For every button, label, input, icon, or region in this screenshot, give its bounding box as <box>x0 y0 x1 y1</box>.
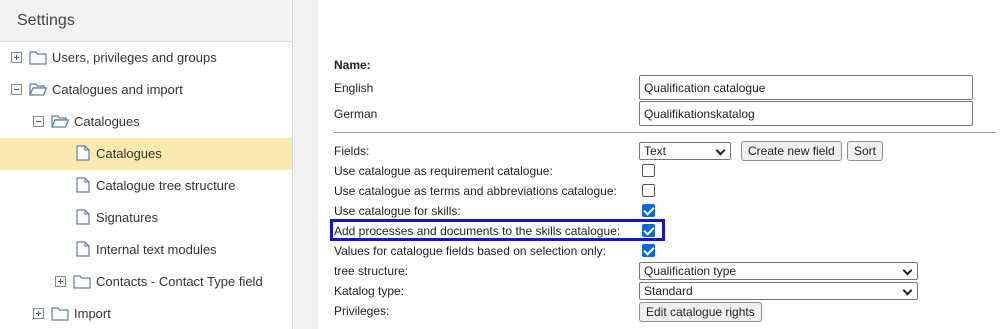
tree-item-label: Signatures <box>96 210 159 225</box>
folder-closed-icon <box>73 275 91 289</box>
fields-type-value: Text <box>644 144 667 158</box>
option-skills-label: Use catalogue for skills: <box>334 204 461 218</box>
fields-label: Fields: <box>334 144 370 158</box>
catalogue-settings-form: Name: English German Fields: Text Create… <box>318 0 1008 329</box>
collapse-minus-icon[interactable] <box>11 84 22 95</box>
folder-open-icon <box>29 83 47 96</box>
katalog-type-label: Katalog type: <box>334 284 405 298</box>
option-skills-checkbox[interactable] <box>642 204 655 217</box>
fields-type-select[interactable]: Text <box>639 142 731 160</box>
expand-plus-icon[interactable] <box>11 52 22 63</box>
english-label: English <box>334 81 374 95</box>
sort-button[interactable]: Sort <box>847 141 884 161</box>
name-heading: Name: <box>334 58 371 72</box>
tree-item-internal-text-modules[interactable]: Internal text modules <box>0 234 292 266</box>
collapse-minus-icon[interactable] <box>33 116 44 127</box>
privileges-label: Privileges: <box>334 304 390 318</box>
sidebar-title: Settings <box>17 12 75 29</box>
tree-item-label: Catalogues <box>96 146 162 161</box>
tree-item-contacts-contact-type-field[interactable]: Contacts - Contact Type field <box>0 266 292 298</box>
folder-open-icon <box>51 115 69 128</box>
tree-item-catalogues-selected[interactable]: Catalogues <box>0 138 292 170</box>
chevron-down-icon <box>902 265 913 276</box>
tree-item-label: Catalogues <box>74 114 140 129</box>
german-label: German <box>334 107 378 121</box>
tree-structure-value: Qualification type <box>644 264 737 278</box>
tree-item-catalogue-tree-structure[interactable]: Catalogue tree structure <box>0 170 292 202</box>
tree-item-label: Contacts - Contact Type field <box>96 274 263 289</box>
option-requirement-catalogue-checkbox[interactable] <box>642 164 655 177</box>
katalog-type-select[interactable]: Standard <box>639 282 918 300</box>
document-icon <box>76 177 90 193</box>
tree-item-signatures[interactable]: Signatures <box>0 202 292 234</box>
tree-item-label: Internal text modules <box>96 242 217 257</box>
highlight-annotation-box <box>330 219 665 241</box>
chevron-down-icon <box>715 145 726 156</box>
tree-item-label: Catalogues and import <box>52 82 183 97</box>
edit-catalogue-rights-button[interactable]: Edit catalogue rights <box>639 302 762 322</box>
folder-closed-icon <box>51 307 69 321</box>
option-terms-abbreviations-checkbox[interactable] <box>642 184 655 197</box>
tree-item-import[interactable]: Import <box>0 298 292 329</box>
folder-closed-icon <box>29 51 47 65</box>
tree-item-catalogues-folder[interactable]: Catalogues <box>0 106 292 138</box>
tree-item-users-privileges-groups[interactable]: Users, privileges and groups <box>0 42 292 74</box>
sidebar-header: Settings <box>0 0 292 42</box>
katalog-type-value: Standard <box>644 284 693 298</box>
tree-item-catalogues-and-import[interactable]: Catalogues and import <box>0 74 292 106</box>
tree-item-label: Import <box>74 306 111 321</box>
tree-item-label: Catalogue tree structure <box>96 178 236 193</box>
tree-item-label: Users, privileges and groups <box>52 50 217 65</box>
panel-divider <box>294 0 318 329</box>
section-divider <box>334 132 996 133</box>
option-terms-abbreviations-label: Use catalogue as terms and abbreviations… <box>334 184 617 198</box>
option-selection-only-checkbox[interactable] <box>642 244 655 257</box>
expand-plus-icon[interactable] <box>33 308 44 319</box>
chevron-down-icon <box>902 285 913 296</box>
document-icon <box>76 241 90 257</box>
option-requirement-catalogue-label: Use catalogue as requirement catalogue: <box>334 164 553 178</box>
document-icon <box>76 209 90 225</box>
german-name-input[interactable] <box>639 101 973 126</box>
document-icon <box>76 145 90 161</box>
tree-structure-label: tree structure: <box>334 264 409 278</box>
expand-plus-icon[interactable] <box>55 276 66 287</box>
option-selection-only-label: Values for catalogue fields based on sel… <box>334 244 606 258</box>
tree-structure-select[interactable]: Qualification type <box>639 262 918 280</box>
settings-sidebar: Settings Users, privileges and groups Ca… <box>0 0 293 329</box>
create-new-field-button[interactable]: Create new field <box>741 141 842 161</box>
english-name-input[interactable] <box>639 75 973 100</box>
